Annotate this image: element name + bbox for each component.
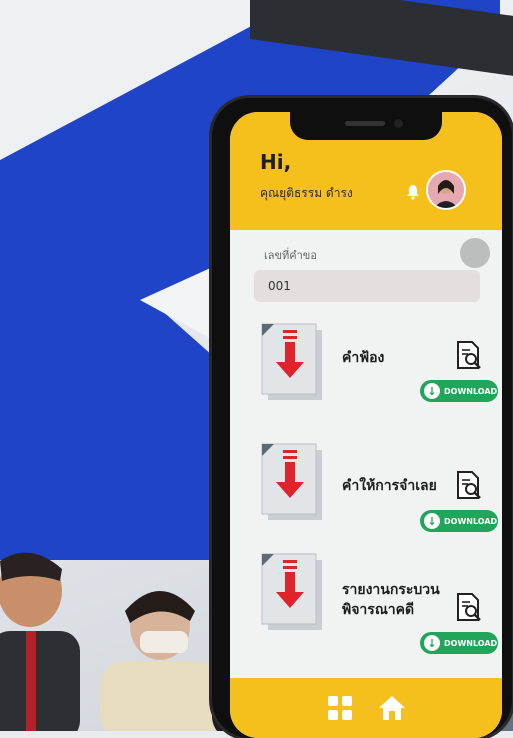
download-document-icon [261,443,322,520]
search-document-icon[interactable] [456,470,482,500]
search-document-icon[interactable] [456,340,482,370]
download-button[interactable]: ↓ DOWNLOAD [420,510,498,532]
profile-photo [428,172,464,208]
user-name: คุณยุติธรรม ดำรง [260,186,353,200]
phone-notch [290,112,442,140]
scroll-handle[interactable] [460,238,490,268]
avatar[interactable] [426,170,466,210]
grid-icon[interactable] [325,693,355,723]
download-document-icon [261,323,322,400]
document-item[interactable]: คำฟ้อง ↓ DOWNLOAD [230,322,502,432]
download-label: DOWNLOAD [444,638,498,648]
arrow-down-icon: ↓ [424,383,440,399]
search-document-icon[interactable] [456,592,482,622]
arrow-down-icon: ↓ [424,513,440,529]
download-button[interactable]: ↓ DOWNLOAD [420,632,498,654]
document-item[interactable]: รายงานกระบวนพิจารณาคดี ↓ DOWNLOAD [230,552,502,662]
app-screen: Hi, คุณยุติธรรม ดำรง เลขที่คำขอ 001 คำฟ้… [230,112,502,738]
home-icon[interactable] [377,693,407,723]
bell-icon[interactable] [405,184,421,200]
document-title: รายงานกระบวนพิจารณาคดี [342,582,440,618]
main-content: เลขที่คำขอ 001 คำฟ้อง ↓ DOWNLOAD คำให้กา… [230,230,502,738]
download-document-icon [261,553,322,630]
document-item[interactable]: คำให้การจำเลย ↓ DOWNLOAD [230,442,502,552]
case-number-value: 001 [268,279,291,293]
case-number-field[interactable]: 001 [254,270,480,302]
case-number-label: เลขที่คำขอ [264,249,317,262]
greeting-text: Hi, [260,150,292,174]
bottom-nav [230,678,502,738]
document-title: คำฟ้อง [342,350,385,366]
arrow-down-icon: ↓ [424,635,440,651]
download-label: DOWNLOAD [444,386,498,396]
document-title: คำให้การจำเลย [342,478,437,494]
speaker-grille [345,121,385,126]
download-button[interactable]: ↓ DOWNLOAD [420,380,498,402]
front-camera [394,119,403,128]
download-label: DOWNLOAD [444,516,498,526]
phone-frame: Hi, คุณยุติธรรม ดำรง เลขที่คำขอ 001 คำฟ้… [212,98,512,738]
